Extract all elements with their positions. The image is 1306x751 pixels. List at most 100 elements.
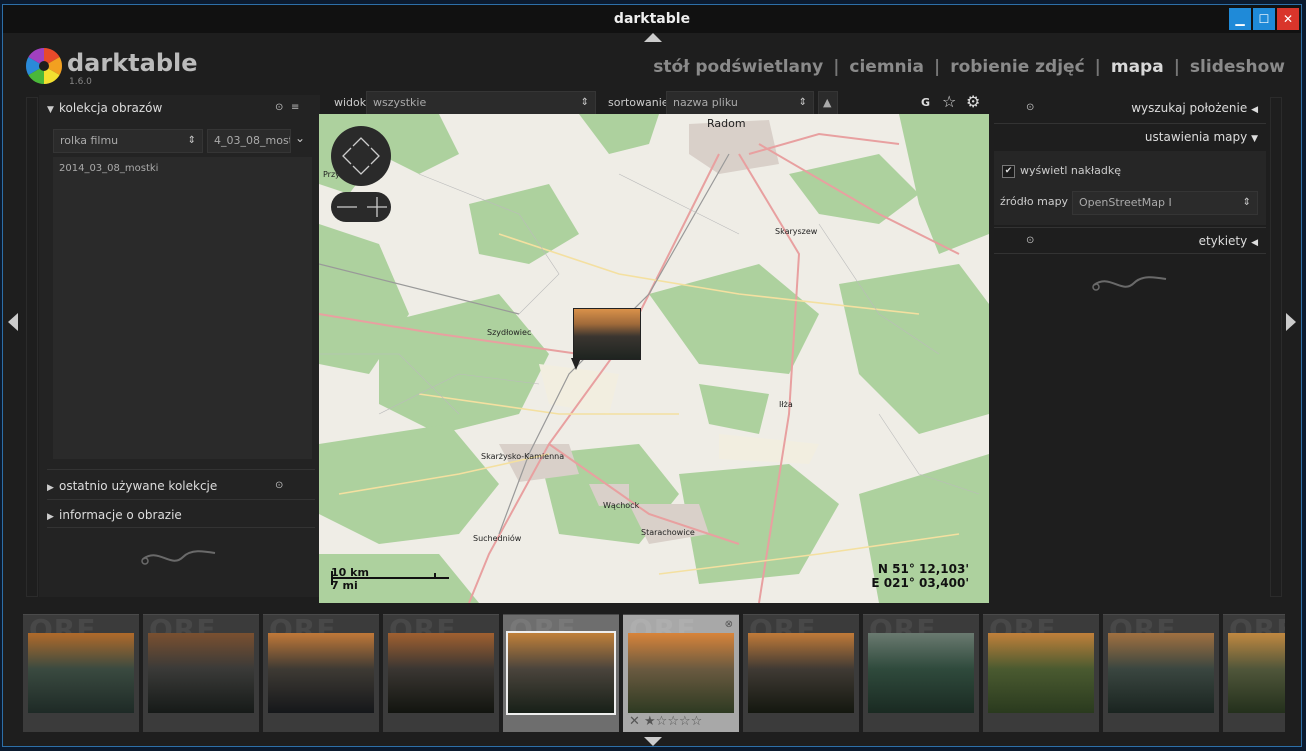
- map-pan-control[interactable]: [331, 126, 391, 186]
- town-label: Wąchock: [603, 501, 640, 510]
- filmstrip-thumbnail[interactable]: ORF: [23, 614, 139, 732]
- map-photo-marker[interactable]: [573, 308, 641, 360]
- view-separator: |: [1094, 57, 1101, 77]
- rating-stars[interactable]: ✕ ★☆☆☆☆: [629, 714, 702, 729]
- filmstrip-thumbnail[interactable]: ORF: [743, 614, 859, 732]
- left-panel-toggle-icon[interactable]: [8, 313, 18, 331]
- map-coordinates: N 51° 12,103' E 021° 03,400': [871, 562, 969, 590]
- star-icon[interactable]: ☆: [942, 92, 956, 111]
- app-version: 1.6.0: [69, 77, 92, 87]
- sort-select[interactable]: nazwa pliku ⇕: [666, 91, 814, 115]
- bottom-panel-toggle-icon[interactable]: [644, 737, 662, 746]
- chevron-down-icon[interactable]: ⌄: [295, 131, 305, 145]
- find-location-header[interactable]: wyszukaj położenie ◀: [1131, 101, 1258, 115]
- find-location-title: wyszukaj położenie: [1131, 101, 1248, 115]
- right-panel-toggle-icon[interactable]: [1286, 313, 1296, 331]
- gear-icon[interactable]: ⚙: [966, 92, 980, 111]
- filmstrip-thumbnail[interactable]: ORF: [1103, 614, 1219, 732]
- view-filter-select[interactable]: wszystkie ⇕: [366, 91, 596, 115]
- collection-property-select[interactable]: rolka filmu ⇕: [53, 129, 203, 153]
- minimize-button[interactable]: ▁: [1229, 8, 1251, 30]
- filmstrip[interactable]: ORF ORF ORF ORF ORF ORF ✕ ★☆☆☆☆ ⊗ ORF ORF ORF ORF OR…: [23, 614, 1285, 734]
- expand-right-icon: ▶: [47, 483, 54, 493]
- thumbnail-image: [148, 633, 254, 713]
- grouping-button[interactable]: G: [921, 96, 930, 109]
- pan-left-icon: [342, 147, 352, 165]
- view-darkroom[interactable]: ciemnia: [849, 57, 924, 77]
- view-separator: |: [933, 57, 941, 77]
- town-label: Szydłowiec: [487, 328, 532, 337]
- reset-icon[interactable]: ⊙: [275, 480, 283, 491]
- filmstrip-thumbnail[interactable]: ORF: [983, 614, 1099, 732]
- town-label: Suchedniów: [473, 534, 522, 543]
- collection-list[interactable]: 2014_03_08_mostki: [53, 157, 312, 459]
- view-slideshow[interactable]: slideshow: [1190, 57, 1285, 77]
- collection-value-text: 4_03_08_mostki: [214, 134, 290, 147]
- updown-chevron-icon: ⇕: [798, 97, 807, 108]
- list-item[interactable]: 2014_03_08_mostki: [59, 163, 158, 174]
- town-label: Skarżysko-Kamienna: [481, 452, 565, 461]
- reset-icon[interactable]: ⊙: [1026, 102, 1034, 113]
- thumbnail-image: [868, 633, 974, 713]
- reset-icon[interactable]: ⊙: [275, 102, 283, 113]
- town-label: Starachowice: [641, 528, 695, 537]
- recent-collections-title: ostatnio używane kolekcje: [59, 479, 218, 493]
- view-tethering[interactable]: robienie zdjęć: [950, 57, 1084, 77]
- view-map[interactable]: mapa: [1111, 57, 1164, 77]
- map-settings-header[interactable]: ustawienia mapy ▼: [1145, 130, 1258, 144]
- filmstrip-thumbnail[interactable]: ORF: [863, 614, 979, 732]
- overlay-label: wyświetl nakładkę: [1020, 164, 1121, 177]
- town-label: Iłża: [779, 400, 793, 409]
- collapse-left-icon: ◀: [1251, 105, 1258, 115]
- collection-module-header[interactable]: ▼ kolekcja obrazów: [47, 101, 162, 115]
- sort-order-button[interactable]: ▲: [818, 91, 838, 115]
- expand-down-icon: ▼: [1251, 134, 1258, 144]
- left-scrollbar[interactable]: [26, 97, 38, 597]
- altered-icon[interactable]: ⊗: [725, 619, 733, 630]
- tagging-header[interactable]: etykiety ◀: [1199, 234, 1258, 248]
- map-zoom-control[interactable]: [331, 192, 391, 222]
- recent-collections-header[interactable]: ▶ ostatnio używane kolekcje: [47, 479, 217, 493]
- right-scrollbar[interactable]: [1270, 97, 1282, 597]
- sort-label: sortowanie: [608, 96, 669, 109]
- filmstrip-thumbnail[interactable]: ORF ✕ ★☆☆☆☆ ⊗: [623, 614, 739, 732]
- reset-icon[interactable]: ⊙: [1026, 235, 1034, 246]
- view-separator: |: [833, 57, 840, 77]
- collapse-left-icon: ◀: [1251, 238, 1258, 248]
- view-separator: |: [1173, 57, 1180, 77]
- latitude: N 51° 12,103': [877, 562, 969, 576]
- filmstrip-thumbnail[interactable]: ORF: [1223, 614, 1285, 732]
- pan-up-icon: [352, 137, 370, 147]
- image-information-title: informacje o obrazie: [59, 508, 182, 522]
- maximize-button[interactable]: ☐: [1253, 8, 1275, 30]
- map-source-select[interactable]: OpenStreetMap I ⇕: [1072, 191, 1258, 215]
- overlay-checkbox[interactable]: ✔: [1002, 165, 1015, 178]
- darktable-logo-icon: [25, 47, 63, 85]
- expand-down-icon: ▼: [47, 105, 54, 115]
- thumbnail-image: [506, 631, 616, 715]
- filmstrip-thumbnail[interactable]: ORF: [383, 614, 499, 732]
- map-source-label: źródło mapy: [1000, 195, 1069, 208]
- collection-value-field[interactable]: 4_03_08_mostki: [207, 129, 291, 153]
- decorative-swirl-icon: [141, 550, 216, 565]
- title-bar: darktable ▁ ☐ ✕: [3, 5, 1301, 33]
- map-canvas[interactable]: Radom Skaryszew Szydłowiec Iłża Skarżysk…: [319, 114, 989, 603]
- updown-chevron-icon: ⇕: [580, 97, 589, 108]
- app-name: darktable: [67, 49, 198, 77]
- town-label: Radom: [707, 117, 746, 130]
- updown-chevron-icon: ⇕: [1242, 197, 1251, 208]
- filmstrip-thumbnail[interactable]: ORF: [263, 614, 379, 732]
- view-lighttable[interactable]: stół podświetlany: [653, 57, 823, 77]
- filmstrip-thumbnail[interactable]: ORF: [143, 614, 259, 732]
- close-button[interactable]: ✕: [1277, 8, 1299, 30]
- tagging-title: etykiety: [1198, 234, 1248, 248]
- left-panel: ▼ kolekcja obrazów ⊙ ≡ rolka filmu ⇕ 4_03…: [39, 95, 320, 597]
- longitude: E 021° 03,400': [871, 576, 969, 590]
- filmstrip-thumbnail[interactable]: ORF: [503, 614, 619, 732]
- thumbnail-image: [388, 633, 494, 713]
- top-panel-toggle-icon[interactable]: [644, 33, 662, 42]
- thumbnail-image: [988, 633, 1094, 713]
- presets-icon[interactable]: ≡: [291, 102, 299, 113]
- image-information-header[interactable]: ▶ informacje o obrazie: [47, 508, 182, 522]
- updown-chevron-icon: ⇕: [187, 135, 196, 146]
